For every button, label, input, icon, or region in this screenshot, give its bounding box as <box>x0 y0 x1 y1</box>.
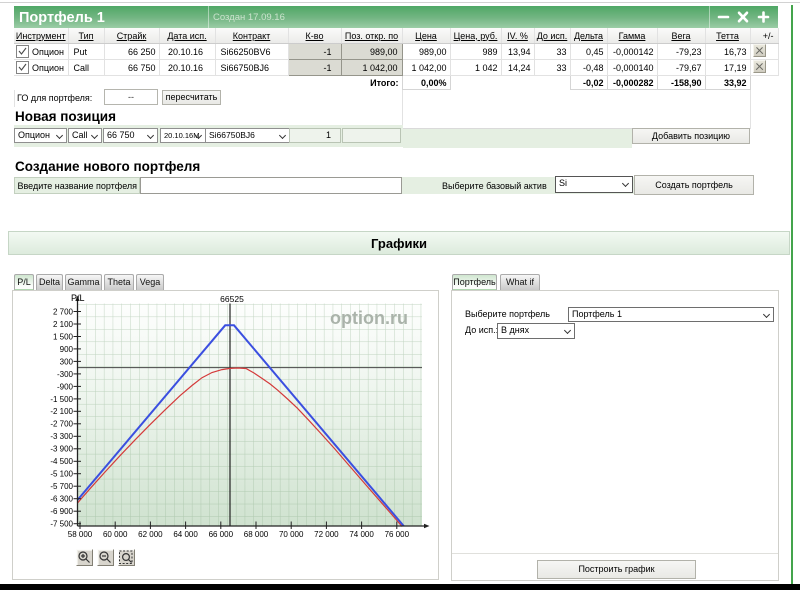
svg-text:60 000: 60 000 <box>103 530 128 539</box>
svg-text:option.ru: option.ru <box>330 308 408 328</box>
svg-text:76 000: 76 000 <box>385 530 410 539</box>
svg-text:-5 100: -5 100 <box>50 470 73 479</box>
svg-text:-3 900: -3 900 <box>50 445 73 454</box>
svg-text:-6 900: -6 900 <box>50 507 73 516</box>
svg-text:74 000: 74 000 <box>349 530 374 539</box>
svg-text:68 000: 68 000 <box>244 530 269 539</box>
svg-text:62 000: 62 000 <box>138 530 163 539</box>
svg-text:-3 300: -3 300 <box>50 432 73 441</box>
svg-text:-4 500: -4 500 <box>50 457 73 466</box>
svg-text:2 700: 2 700 <box>53 307 74 316</box>
svg-text:64 000: 64 000 <box>173 530 198 539</box>
svg-text:-2 700: -2 700 <box>50 420 73 429</box>
svg-text:66 000: 66 000 <box>209 530 234 539</box>
svg-text:-300: -300 <box>57 370 74 379</box>
svg-text:-2 100: -2 100 <box>50 407 73 416</box>
svg-text:66525: 66525 <box>220 294 244 304</box>
svg-text:-5 700: -5 700 <box>50 482 73 491</box>
svg-text:P/L: P/L <box>71 293 85 303</box>
svg-text:-1 500: -1 500 <box>50 395 73 404</box>
svg-text:1 500: 1 500 <box>53 332 74 341</box>
svg-text:72 000: 72 000 <box>314 530 339 539</box>
svg-text:2 100: 2 100 <box>53 320 74 329</box>
svg-text:-7 500: -7 500 <box>50 520 73 529</box>
svg-text:58 000: 58 000 <box>68 530 93 539</box>
svg-text:-6 300: -6 300 <box>50 495 73 504</box>
svg-text:300: 300 <box>60 357 74 366</box>
svg-text:-900: -900 <box>57 382 74 391</box>
svg-text:900: 900 <box>60 345 74 354</box>
svg-text:70 000: 70 000 <box>279 530 304 539</box>
